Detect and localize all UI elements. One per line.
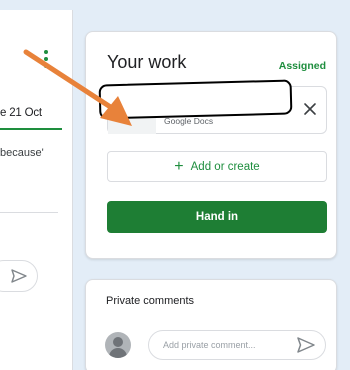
send-icon[interactable] [296, 336, 316, 354]
your-work-card: Your work Assigned Google Docs + Add or … [85, 31, 337, 259]
private-comments-card: Private comments [85, 279, 337, 370]
send-icon[interactable] [10, 268, 28, 284]
redaction-box [98, 79, 293, 120]
post-body-text: because' [0, 147, 44, 159]
section-divider [0, 212, 58, 213]
assignment-post-panel: e 21 Oct because' [0, 10, 73, 370]
private-comments-title: Private comments [106, 295, 195, 307]
status-badge: Assigned [278, 60, 326, 72]
header-divider [0, 128, 62, 130]
hand-in-label: Hand in [195, 211, 239, 223]
more-vert-icon[interactable] [43, 50, 49, 68]
add-or-create-label: Add or create [190, 160, 260, 173]
plus-icon: + [174, 157, 184, 175]
attachment-thumbnail [108, 117, 156, 134]
hand-in-button[interactable]: Hand in [107, 201, 327, 233]
your-work-title: Your work [107, 52, 187, 72]
due-date-text: e 21 Oct [0, 107, 42, 119]
add-or-create-button[interactable]: + Add or create [107, 151, 327, 182]
close-icon[interactable] [302, 101, 318, 117]
user-avatar-icon [105, 332, 131, 358]
